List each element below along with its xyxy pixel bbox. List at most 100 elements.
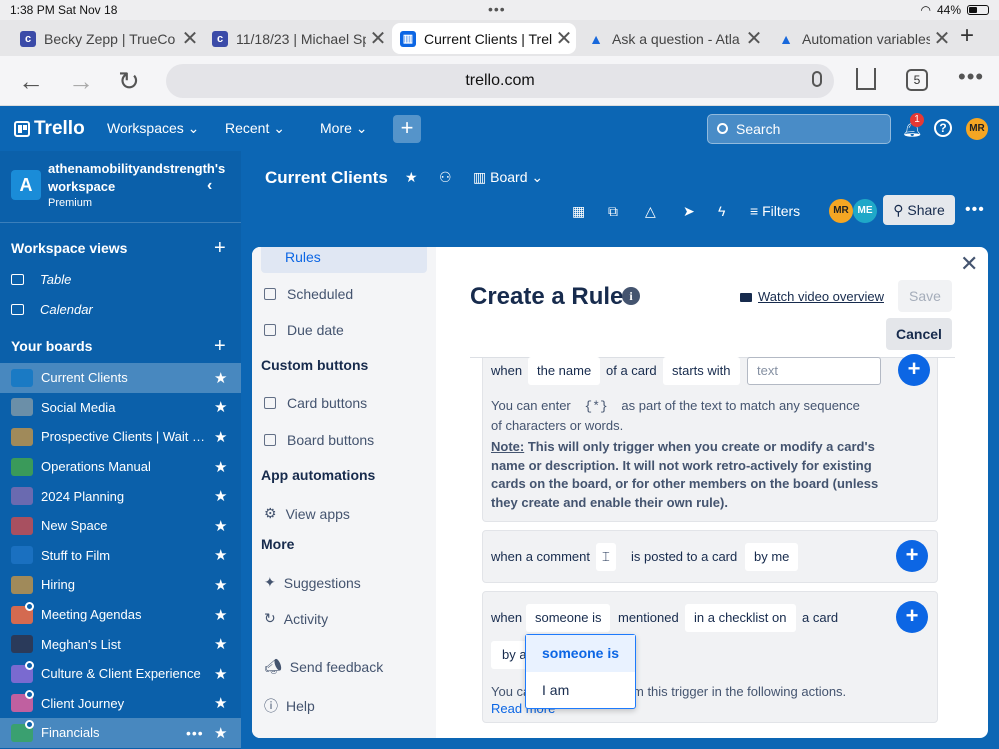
star-icon[interactable]: ★ (214, 369, 227, 387)
forward-arrow-icon[interactable]: → (68, 66, 94, 97)
info-icon[interactable]: i (622, 287, 640, 305)
sidebar-board[interactable]: Meghan's List ★ (0, 629, 241, 659)
tab-close-icon[interactable]: ✕ (742, 26, 766, 51)
nav-item-scheduled[interactable]: Scheduled (264, 286, 353, 302)
sidebar-item-table[interactable]: Table (11, 272, 71, 287)
browser-tab[interactable]: ▲ Ask a question - Atla ✕ (580, 23, 766, 54)
tab-close-icon[interactable]: ✕ (552, 26, 576, 51)
create-plus-button[interactable]: + (393, 115, 421, 143)
nav-item-activity[interactable]: ↻ Activity (264, 610, 328, 627)
board-title[interactable]: Current Clients (265, 168, 388, 188)
watch-video-link[interactable]: Watch video overview (740, 289, 884, 304)
sidebar-board[interactable]: Prospective Clients | Wait List ★ (0, 422, 241, 452)
sidebar-board[interactable]: New Space ★ (0, 511, 241, 541)
visibility-icon[interactable]: ⚇ (439, 169, 452, 186)
star-icon[interactable]: ★ (214, 724, 227, 742)
add-trigger-button[interactable]: + (896, 540, 928, 572)
star-icon[interactable]: ★ (214, 606, 227, 624)
sidebar-board-current-clients[interactable]: Current Clients ★ (0, 363, 241, 393)
board-menu-dots-icon[interactable]: ••• (965, 201, 985, 219)
sidebar-board[interactable]: Social Media ★ (0, 393, 241, 423)
board-view-switcher[interactable]: ▥ Board ⌄ (473, 169, 543, 186)
browser-tab-active[interactable]: ▥ Current Clients | Trello ✕ (392, 23, 576, 54)
drive-icon[interactable]: △ (645, 203, 656, 220)
dropdown-option-i-am[interactable]: I am (526, 672, 635, 709)
star-icon[interactable]: ★ (214, 398, 227, 416)
sidebar-board[interactable]: Hiring ★ (0, 570, 241, 600)
sidebar-board[interactable]: Operations Manual ★ (0, 452, 241, 482)
nav-item-board-buttons[interactable]: Board buttons (264, 432, 374, 448)
browser-tab[interactable]: c 11/18/23 | Michael Sp ✕ (204, 23, 390, 54)
reload-icon[interactable]: ↻ (118, 66, 140, 97)
star-icon[interactable]: ★ (214, 428, 227, 446)
field-select[interactable]: the name (528, 357, 601, 385)
share-icon[interactable] (856, 68, 876, 90)
recent-menu[interactable]: Recent ⌄ (225, 120, 285, 137)
nav-item-view-apps[interactable]: ⚙ View apps (264, 505, 350, 522)
new-tab-plus-icon[interactable]: + (960, 22, 974, 50)
add-view-plus-icon[interactable]: + (214, 237, 226, 260)
member-avatar[interactable]: ME (853, 199, 877, 223)
tab-close-icon[interactable]: ✕ (930, 26, 954, 51)
url-field[interactable]: trello.com (166, 64, 834, 98)
operator-select[interactable]: starts with (663, 357, 740, 385)
star-icon[interactable]: ★ (405, 169, 418, 186)
star-icon[interactable]: ★ (214, 517, 227, 535)
automation-bolt-icon[interactable]: ϟ (718, 203, 725, 219)
nav-item-help[interactable]: ⓘ Help (264, 696, 315, 716)
browser-tab[interactable]: c Becky Zepp | TrueCo ✕ (12, 23, 202, 54)
sidebar-board[interactable]: Meeting Agendas ★ (0, 600, 241, 630)
dropdown-option-someone-is[interactable]: someone is (526, 635, 635, 672)
more-menu[interactable]: More ⌄ (320, 120, 368, 137)
sidebar-board[interactable]: 2024 Planning ★ (0, 481, 241, 511)
back-arrow-icon[interactable]: ← (18, 66, 44, 97)
star-icon[interactable]: ★ (214, 458, 227, 476)
star-icon[interactable]: ★ (214, 665, 227, 683)
comment-text-icon[interactable]: ⌶ (596, 543, 616, 571)
star-icon[interactable]: ★ (214, 487, 227, 505)
filters-button[interactable]: ≡ Filters (750, 203, 800, 219)
save-button[interactable]: Save (898, 280, 952, 312)
workspaces-menu[interactable]: Workspaces ⌄ (107, 120, 199, 137)
add-trigger-button[interactable]: + (896, 601, 928, 633)
account-avatar[interactable]: MR (966, 118, 988, 140)
more-dots-icon[interactable]: ••• (958, 64, 984, 90)
location-select[interactable]: in a checklist on (685, 604, 796, 632)
sidebar-item-calendar[interactable]: Calendar (11, 302, 93, 317)
calendar-powerup-icon[interactable]: ▦ (572, 203, 585, 220)
star-icon[interactable]: ★ (214, 635, 227, 653)
tab-count-button[interactable]: 5 (906, 69, 928, 91)
star-icon[interactable]: ★ (214, 576, 227, 594)
browser-tab[interactable]: ▲ Automation variables ✕ (770, 23, 954, 54)
sidebar-board[interactable]: Culture & Client Experience ★ (0, 659, 241, 689)
nav-item-due-date[interactable]: Due date (264, 322, 344, 338)
cancel-button[interactable]: Cancel (886, 318, 952, 350)
tab-close-icon[interactable]: ✕ (366, 26, 390, 51)
nav-item-send-feedback[interactable]: 📣︎ Send feedback (264, 658, 383, 675)
match-text-input[interactable]: text (747, 357, 881, 385)
help-icon[interactable]: ? (934, 119, 952, 137)
close-modal-icon[interactable]: ✕ (960, 251, 978, 277)
microphone-icon[interactable] (812, 71, 822, 87)
multitask-dots-icon[interactable]: ••• (488, 1, 506, 17)
workspace-name[interactable]: athenamobilityandstrength's workspace (48, 160, 225, 196)
member-avatar[interactable]: MR (829, 199, 853, 223)
search-input[interactable]: Search (707, 114, 891, 144)
sidebar-board[interactable]: Client Journey ★ (0, 689, 241, 719)
nav-item-suggestions[interactable]: ✦ Suggestions (264, 574, 361, 591)
collapse-sidebar-chevron-icon[interactable]: ‹ (207, 177, 212, 195)
add-trigger-button[interactable]: + (898, 354, 930, 386)
share-button[interactable]: ⚲ Share (883, 195, 955, 225)
sidebar-board[interactable]: Stuff to Film ★ (0, 541, 241, 571)
send-icon[interactable]: ➤ (683, 203, 695, 220)
trello-logo[interactable]: Trello (14, 118, 85, 140)
star-icon[interactable]: ★ (214, 546, 227, 564)
star-icon[interactable]: ★ (214, 694, 227, 712)
nav-item-rules[interactable]: Rules (261, 247, 427, 273)
nav-item-card-buttons[interactable]: Card buttons (264, 395, 367, 411)
who-select[interactable]: someone is (526, 604, 611, 632)
sidebar-board-financials[interactable]: Financials ••• ★ (0, 718, 241, 748)
tab-close-icon[interactable]: ✕ (178, 26, 202, 51)
by-select[interactable]: by me (745, 543, 799, 571)
board-options-dots-icon[interactable]: ••• (186, 725, 204, 741)
